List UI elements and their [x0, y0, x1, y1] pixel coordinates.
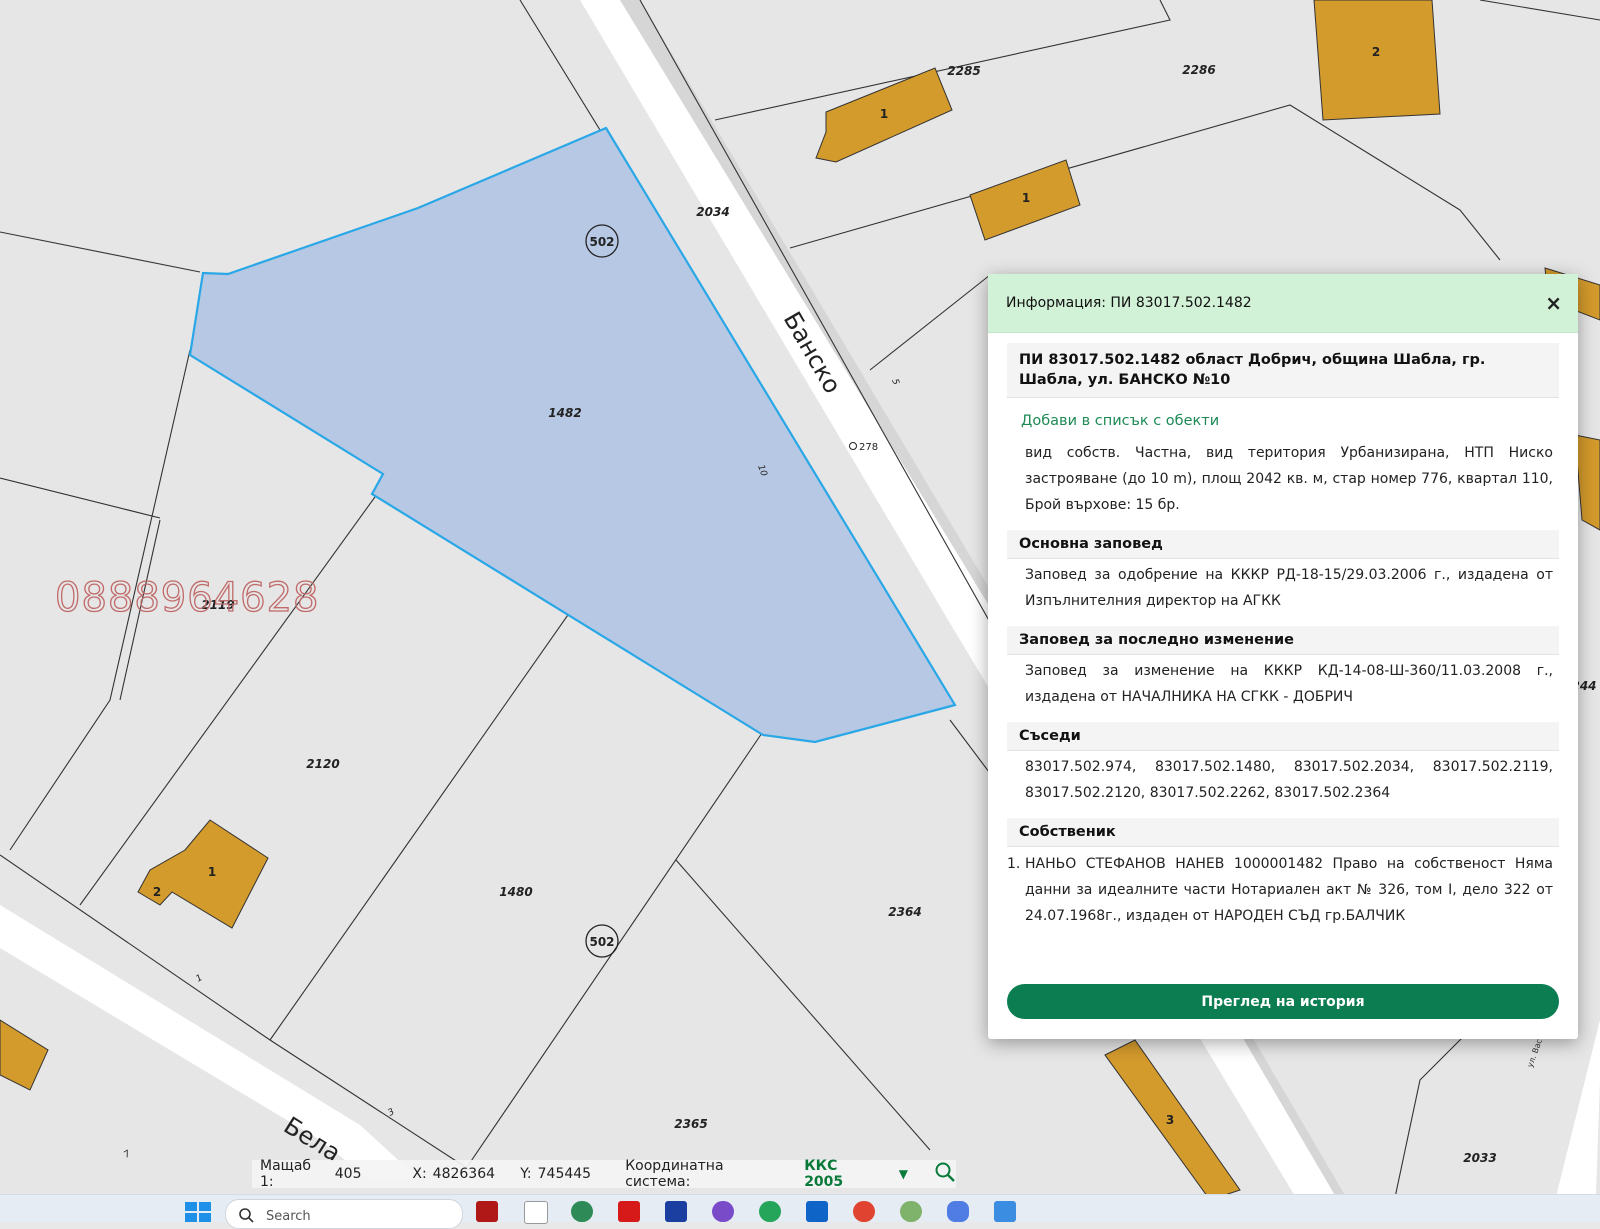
parcel-label: 1480: [499, 885, 532, 899]
scale-value[interactable]: 405: [329, 1166, 405, 1182]
parcel-label: 2364: [888, 905, 921, 919]
section-text-neighbors: 83017.502.974, 83017.502.1480, 83017.502…: [1025, 759, 1553, 801]
section-title-owner: Собственик: [1007, 818, 1559, 847]
panel-title: Информация: ПИ 83017.502.1482: [1006, 295, 1252, 311]
owner-list-item: 1. НАНЬО СТЕФАНОВ НАНЕВ 1000001482 Право…: [1007, 847, 1559, 929]
parcel-label: 2120: [306, 757, 339, 771]
phone-watermark: 0888964628: [55, 575, 320, 621]
app-icon[interactable]: [994, 1201, 1016, 1222]
info-panel: Информация: ПИ 83017.502.1482 × ПИ 83017…: [988, 274, 1578, 1039]
section-text-last-change: Заповед за изменение на КККР КД-14-08-Ш-…: [1025, 663, 1553, 705]
building-label: 3: [1166, 1113, 1174, 1127]
close-icon[interactable]: ×: [1539, 289, 1568, 317]
parcel-label: 1482: [548, 406, 581, 420]
section-title-main-order: Основна заповед: [1007, 530, 1559, 559]
parcel-label: 2034: [696, 205, 729, 219]
taskbar-search-placeholder: Search: [266, 1209, 311, 1224]
parcel-label: 2285: [947, 64, 980, 78]
building-label: 2: [153, 885, 161, 899]
panel-header: Информация: ПИ 83017.502.1482 ×: [988, 274, 1578, 333]
owner-text: НАНЬО СТЕФАНОВ НАНЕВ 1000001482 Право на…: [1025, 856, 1553, 924]
status-bar: Мащаб 1: 405 X: 4826364 Y: 745445 Коорди…: [252, 1158, 956, 1190]
app-green-icon[interactable]: [900, 1201, 922, 1222]
browser-icon[interactable]: [571, 1201, 593, 1222]
windows-start-icon[interactable]: [185, 1202, 211, 1222]
quarter-label: 502: [589, 935, 614, 949]
chevron-down-icon[interactable]: ▼: [881, 1167, 908, 1181]
x-label: X:: [412, 1166, 427, 1182]
building: [1313, 0, 1441, 121]
section-text-main-order: Заповед за одобрение на КККР РД-18-15/29…: [1025, 567, 1553, 609]
app-blue-icon[interactable]: [665, 1201, 687, 1222]
history-button[interactable]: Преглед на история: [1007, 984, 1559, 1019]
y-label: Y:: [520, 1166, 532, 1182]
coord-system-label: Координатна система:: [625, 1158, 724, 1190]
building-label: 1: [208, 865, 216, 879]
quarter-label: 502: [589, 235, 614, 249]
copilot-icon[interactable]: [947, 1201, 969, 1222]
parcel-label: 2286: [1182, 63, 1215, 77]
parcel-label: 2365: [674, 1117, 707, 1131]
building-label: 2: [1372, 45, 1380, 59]
owner-number: 1.: [1007, 856, 1021, 872]
coord-system-value[interactable]: ККС 2005: [792, 1158, 881, 1190]
y-value: 745445: [537, 1166, 592, 1182]
viber-icon[interactable]: [712, 1201, 734, 1222]
parcel-label: 2033: [1463, 1151, 1496, 1165]
whatsapp-icon[interactable]: [759, 1201, 781, 1222]
building-label: 1: [880, 107, 888, 121]
chrome-icon[interactable]: [853, 1201, 875, 1222]
point-label: 278: [859, 442, 878, 453]
section-title-neighbors: Съседи: [1007, 722, 1559, 751]
search-icon[interactable]: [908, 1161, 956, 1187]
section-title-last-change: Заповед за последно изменение: [1007, 626, 1559, 655]
parcel-heading: ПИ 83017.502.1482 област Добрич, община …: [1007, 343, 1559, 398]
panel-body: ПИ 83017.502.1482 област Добрич, община …: [988, 333, 1578, 929]
add-to-list-link[interactable]: Добави в списък с обекти: [1007, 398, 1559, 437]
outlook-icon[interactable]: [806, 1201, 828, 1222]
building-label: 1: [1022, 191, 1030, 205]
scale-label: Мащаб 1:: [260, 1158, 312, 1190]
app-red-icon[interactable]: [618, 1201, 640, 1222]
app-icon[interactable]: [476, 1201, 498, 1222]
parcel-details: вид собств. Частна, вид територия Урбани…: [1025, 445, 1553, 513]
taskbar-search[interactable]: Search: [225, 1199, 463, 1229]
taskbar: Search: [0, 1194, 1600, 1229]
x-value: 4826364: [432, 1166, 496, 1182]
